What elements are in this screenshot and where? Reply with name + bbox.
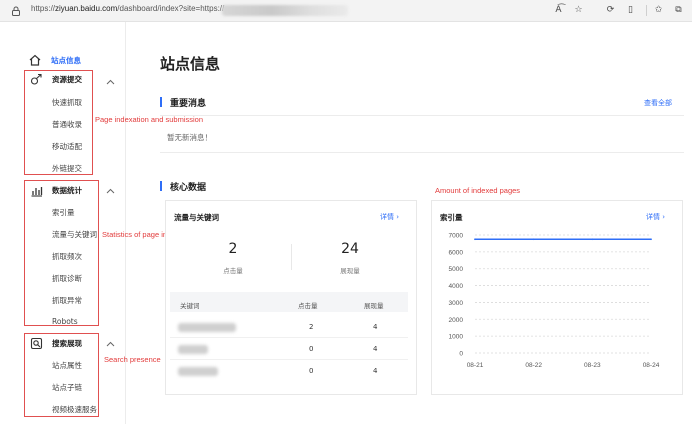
y-tick-label: 6000	[449, 249, 464, 256]
y-tick-label: 5000	[449, 266, 464, 273]
section-accent-bar	[160, 181, 162, 191]
annotation-search-presence: Search presence	[104, 355, 161, 364]
collections-icon[interactable]: ⧉	[672, 4, 685, 17]
annotation-resource-submit: Page indexation and submission	[95, 115, 203, 124]
annotation-indexed-amount: Amount of indexed pages	[435, 186, 521, 195]
row-impressions: 4	[373, 345, 378, 353]
annotation-box-stats	[24, 180, 99, 326]
empty-message: 暂无新消息！	[167, 133, 212, 142]
card-title-traffic: 流量与关键词	[174, 213, 219, 222]
row-impressions: 4	[373, 323, 378, 331]
col-header-keyword: 关键词	[180, 302, 200, 310]
traffic-detail-link[interactable]: 详情 ›	[380, 212, 399, 222]
section-accent-bar	[160, 97, 162, 107]
col-header-impressions: 展现量	[364, 302, 384, 310]
extension-icon[interactable]: ⟳	[604, 4, 617, 17]
x-tick-label: 08-24	[643, 362, 660, 369]
impressions-value: 24	[341, 241, 359, 257]
section-title-important: 重要消息	[170, 99, 207, 109]
toolbar-divider	[646, 5, 647, 16]
sidebar-item-label: 站点信息	[51, 55, 81, 65]
y-tick-label: 2000	[449, 317, 464, 324]
x-tick-label: 08-22	[525, 362, 542, 369]
table-row-divider	[170, 359, 408, 360]
y-tick-label: 0	[459, 351, 463, 358]
chevron-up-icon[interactable]	[106, 188, 115, 194]
row-clicks: 0	[309, 367, 314, 375]
section-title-core-data: 核心数据	[170, 183, 207, 193]
url-path: /dashboard/index?site=https://	[117, 4, 225, 13]
read-aloud-icon[interactable]: A͡	[552, 4, 565, 17]
y-tick-label: 1000	[449, 334, 464, 341]
row-impressions: 4	[373, 367, 378, 375]
row-clicks: 0	[309, 345, 314, 353]
y-tick-label: 4000	[449, 283, 464, 290]
keyword-redacted	[178, 323, 236, 332]
index-volume-chart: 0 1000 2000 3000 4000 5000 6000 7000 08-21 08-22 0…	[449, 233, 660, 370]
index-detail-link[interactable]: 详情 ›	[646, 212, 665, 222]
address-bar[interactable]: https://ziyuan.baidu.com/dashboard/index…	[31, 4, 224, 13]
col-header-clicks: 点击量	[298, 302, 318, 310]
favorites-icon[interactable]: ✩	[652, 4, 665, 17]
data-point	[650, 238, 652, 241]
favorite-star-icon[interactable]: ☆	[572, 4, 585, 17]
y-tick-label: 7000	[449, 233, 464, 240]
url-redacted	[222, 5, 348, 16]
browser-toolbar: https://ziyuan.baidu.com/dashboard/index…	[0, 0, 692, 22]
annotation-box-resource-submit	[24, 70, 93, 175]
x-tick-label: 08-21	[467, 362, 484, 369]
sidebar-item-site-info[interactable]: 站点信息	[28, 53, 81, 67]
url-prefix: https://	[31, 4, 56, 13]
card-title-index: 索引量	[440, 213, 463, 222]
row-clicks: 2	[309, 323, 314, 331]
data-point	[591, 238, 594, 241]
page-title: 站点信息	[160, 55, 221, 73]
view-all-link[interactable]: 查看全部	[644, 98, 672, 108]
clicks-value: 2	[228, 241, 238, 257]
data-point	[532, 238, 535, 241]
data-point	[474, 238, 476, 241]
lock-icon[interactable]	[10, 5, 22, 17]
keyword-redacted	[178, 345, 208, 354]
table-row-divider	[170, 337, 408, 338]
section-divider	[160, 152, 684, 153]
stat-divider	[291, 244, 292, 270]
annotation-box-search-presence	[24, 333, 99, 417]
url-host: ziyuan.baidu.com	[55, 4, 118, 13]
chevron-up-icon[interactable]	[106, 341, 115, 347]
impressions-label: 展现量	[340, 267, 360, 275]
x-tick-label: 08-23	[584, 362, 601, 369]
section-divider	[160, 115, 684, 116]
home-icon	[29, 54, 41, 66]
split-screen-icon[interactable]: ▯	[624, 4, 637, 17]
y-tick-label: 3000	[449, 300, 464, 307]
clicks-label: 点击量	[223, 267, 243, 275]
keyword-redacted	[178, 367, 218, 376]
chevron-up-icon[interactable]	[106, 79, 115, 85]
